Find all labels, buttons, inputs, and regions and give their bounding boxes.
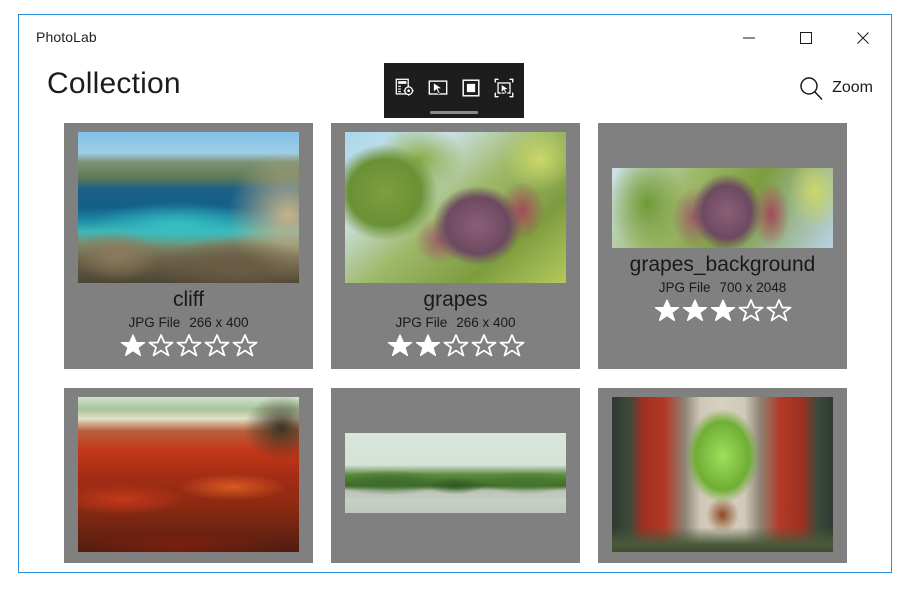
rating-star[interactable] (386, 332, 414, 360)
app-window: PhotoLab Collection (18, 14, 892, 573)
photo-thumbnail[interactable] (78, 132, 299, 283)
star-filled-icon (709, 297, 737, 325)
photo-metadata: JPG File 266 x 400 (128, 315, 248, 330)
rating-star[interactable] (498, 332, 526, 360)
select-pointer-icon (427, 77, 449, 99)
photo-thumbnail[interactable] (345, 132, 566, 283)
star-filled-icon (386, 332, 414, 360)
minimize-icon (743, 32, 755, 44)
rating-star[interactable] (203, 332, 231, 360)
photo-file-type: JPG File (395, 315, 447, 330)
zoom-button[interactable]: Zoom (798, 75, 873, 101)
photo-card[interactable]: grapes_background JPG File 700 x 2048 (598, 123, 847, 369)
select-pointer-button[interactable] (423, 73, 453, 103)
photo-name: grapes_background (630, 254, 816, 276)
zoom-label: Zoom (832, 79, 873, 97)
rating-star[interactable] (737, 297, 765, 325)
star-outline-icon (737, 297, 765, 325)
rating-star[interactable] (119, 332, 147, 360)
star-outline-icon (175, 332, 203, 360)
photo-image (345, 433, 566, 513)
header-bar: Collection (19, 61, 891, 123)
title-bar: PhotoLab (19, 15, 891, 61)
photo-metadata: JPG File 266 x 400 (395, 315, 515, 330)
star-outline-icon (203, 332, 231, 360)
rating-star[interactable] (765, 297, 793, 325)
photo-card[interactable] (64, 388, 313, 563)
floating-command-bar[interactable] (384, 63, 524, 118)
single-frame-button[interactable] (456, 73, 486, 103)
single-frame-icon (460, 77, 482, 99)
photo-name: grapes (423, 289, 487, 311)
photo-dimensions: 266 x 400 (189, 315, 248, 330)
photo-image (612, 397, 833, 552)
photo-card[interactable] (331, 388, 580, 563)
close-button[interactable] (834, 15, 891, 61)
rating-star[interactable] (709, 297, 737, 325)
rating-star[interactable] (653, 297, 681, 325)
photo-rating[interactable] (386, 332, 526, 360)
star-outline-icon (765, 297, 793, 325)
maximize-icon (800, 32, 812, 44)
photo-file-type: JPG File (128, 315, 180, 330)
window-title: PhotoLab (36, 29, 97, 45)
star-filled-icon (681, 297, 709, 325)
maximize-button[interactable] (777, 15, 834, 61)
photo-card[interactable]: grapes JPG File 266 x 400 (331, 123, 580, 369)
photo-image (345, 132, 566, 283)
star-filled-icon (414, 332, 442, 360)
photo-image (78, 132, 299, 283)
photo-rating[interactable] (119, 332, 259, 360)
photo-thumbnail[interactable] (612, 168, 833, 248)
star-filled-icon (653, 297, 681, 325)
page-title: Collection (47, 67, 181, 101)
photo-thumbnail[interactable] (78, 397, 299, 552)
star-outline-icon (498, 332, 526, 360)
photo-metadata: JPG File 700 x 2048 (659, 280, 787, 295)
photo-thumbnail[interactable] (345, 433, 566, 513)
select-all-frames-icon (493, 77, 515, 99)
photo-thumbnail[interactable] (612, 397, 833, 552)
select-all-frames-button[interactable] (489, 73, 519, 103)
rating-star[interactable] (414, 332, 442, 360)
photo-gallery[interactable]: cliff JPG File 266 x 400 grapes JPG File 266 … (19, 123, 891, 572)
photo-card[interactable]: cliff JPG File 266 x 400 (64, 123, 313, 369)
command-bar-icon-group (390, 63, 519, 110)
settings-list-icon (394, 77, 416, 99)
photo-row (64, 388, 891, 563)
photo-image (612, 168, 833, 248)
rating-star[interactable] (681, 297, 709, 325)
photo-row: cliff JPG File 266 x 400 grapes JPG File 266 … (64, 123, 891, 369)
photo-rating[interactable] (653, 297, 793, 325)
window-controls (720, 15, 891, 61)
rating-star[interactable] (470, 332, 498, 360)
search-icon (798, 75, 824, 101)
close-icon (857, 32, 869, 44)
rating-star[interactable] (231, 332, 259, 360)
star-outline-icon (147, 332, 175, 360)
star-outline-icon (470, 332, 498, 360)
photo-card[interactable] (598, 388, 847, 563)
photo-name: cliff (173, 289, 204, 311)
rating-star[interactable] (175, 332, 203, 360)
command-bar-drag-grip[interactable] (430, 111, 478, 114)
star-filled-icon (119, 332, 147, 360)
star-outline-icon (231, 332, 259, 360)
minimize-button[interactable] (720, 15, 777, 61)
photo-image (78, 397, 299, 552)
photo-file-type: JPG File (659, 280, 711, 295)
star-outline-icon (442, 332, 470, 360)
photo-dimensions: 700 x 2048 (719, 280, 786, 295)
photo-dimensions: 266 x 400 (456, 315, 515, 330)
rating-star[interactable] (147, 332, 175, 360)
rating-star[interactable] (442, 332, 470, 360)
settings-list-button[interactable] (390, 73, 420, 103)
